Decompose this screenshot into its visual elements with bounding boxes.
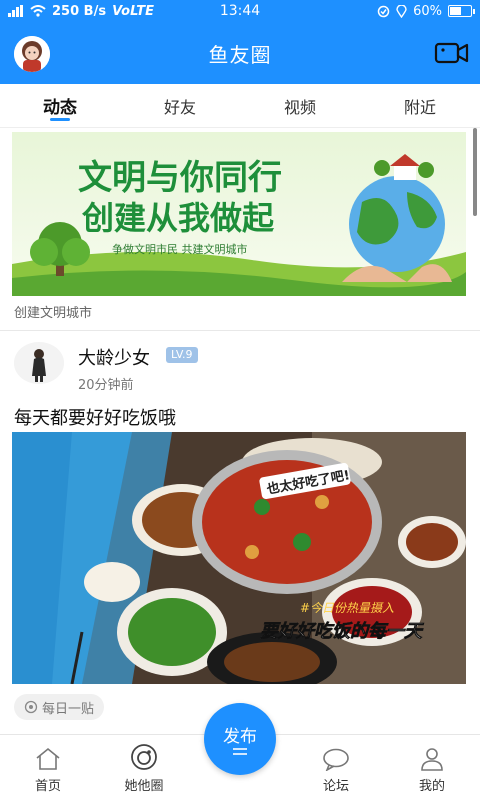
feed-content[interactable]: 文明与你同行 创建从我做起 争做文明市民 共建文明城市 创建文明城市 大龄少女 …	[0, 128, 480, 734]
video-camera-button[interactable]	[434, 40, 470, 66]
tab-video[interactable]: 视频	[240, 84, 360, 127]
eye-icon	[24, 700, 38, 714]
banner-headline-1: 文明与你同行	[78, 158, 282, 198]
post-text[interactable]: 每天都要好好吃饭哦	[14, 404, 176, 430]
photo-overlay-3: 要好好吃饭的每一天	[260, 621, 424, 642]
wifi-icon	[30, 5, 46, 17]
nav-mine[interactable]: 我的	[384, 735, 480, 800]
circle-icon	[131, 744, 157, 770]
post-time: 20分钟前	[78, 378, 134, 393]
level-badge: LV.9	[166, 347, 198, 363]
battery-percent: 60%	[413, 3, 442, 19]
topic-tag[interactable]: 每日一贴	[14, 694, 105, 720]
profile-avatar[interactable]	[14, 36, 50, 72]
user-avatar-icon	[14, 342, 64, 384]
scrollbar[interactable]	[473, 128, 477, 216]
post-username[interactable]: 大龄少女	[78, 344, 150, 370]
food-photo: 也太好吃了吧! #今日份热量摄入 要好好吃饭的每一天	[12, 432, 466, 684]
battery-icon	[448, 5, 475, 17]
post-avatar[interactable]	[14, 342, 64, 384]
nav-home-label: 首页	[34, 779, 61, 794]
publish-label: 发布	[223, 726, 257, 747]
feed-tabs: 动态 好友 视频 附近	[0, 84, 480, 128]
location-icon	[396, 4, 407, 18]
status-right: 60%	[377, 3, 475, 19]
volte-label: VoLTE	[112, 3, 154, 19]
page-title: 鱼友圈	[208, 42, 272, 67]
banner-illustration: 文明与你同行 创建从我做起 争做文明市民 共建文明城市	[12, 132, 466, 296]
nav-forum[interactable]: 论坛	[288, 735, 384, 800]
avatar-icon	[14, 36, 50, 72]
battery-fill	[450, 7, 461, 15]
user-icon	[421, 748, 443, 771]
sync-icon	[377, 5, 390, 17]
tab-nearby[interactable]: 附近	[360, 84, 480, 127]
photo-overlay-2: #今日份热量摄入	[300, 601, 394, 615]
menu-lines-icon	[233, 747, 247, 755]
banner-caption: 创建文明城市	[14, 306, 93, 321]
app-header: 鱼友圈	[0, 22, 480, 84]
signal-icon	[8, 5, 23, 17]
post-photo[interactable]: 也太好吃了吧! #今日份热量摄入 要好好吃饭的每一天	[12, 432, 466, 684]
tab-dynamic[interactable]: 动态	[0, 84, 120, 127]
status-left: 250 B/s VoLTE	[8, 4, 154, 19]
nav-her-circle[interactable]: 她他圈	[96, 735, 192, 800]
topic-tag-label: 每日一贴	[42, 701, 95, 717]
nav-forum-label: 论坛	[322, 779, 349, 794]
video-camera-icon	[434, 42, 469, 64]
status-bar: 250 B/s VoLTE 13:44 60%	[0, 0, 480, 22]
tab-friends[interactable]: 好友	[120, 84, 240, 127]
banner-slogan: 争做文明市民 共建文明城市	[112, 242, 248, 256]
home-icon	[36, 747, 60, 770]
publish-button[interactable]: 发布	[204, 703, 276, 775]
nav-home[interactable]: 首页	[0, 735, 96, 800]
section-divider	[0, 330, 480, 331]
nav-mine-label: 我的	[418, 779, 445, 794]
nav-her-circle-label: 她他圈	[124, 779, 164, 794]
network-speed: 250 B/s	[52, 3, 107, 19]
banner-image[interactable]: 文明与你同行 创建从我做起 争做文明市民 共建文明城市	[12, 132, 466, 296]
chat-bubble-icon	[323, 748, 349, 771]
banner-headline-2: 创建从我做起	[81, 199, 275, 237]
